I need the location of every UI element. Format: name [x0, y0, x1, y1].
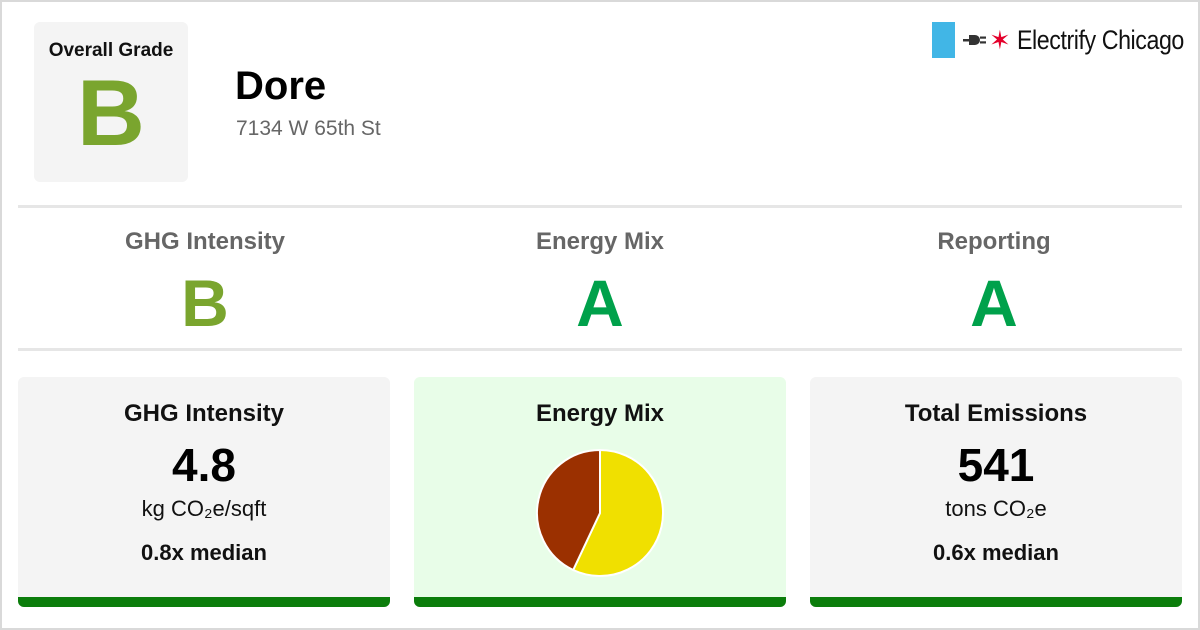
grade-letter: A [970, 266, 1018, 340]
divider [18, 348, 1182, 351]
building-address: 7134 W 65th St [236, 117, 381, 140]
card-unit: tons CO₂e [945, 496, 1047, 521]
card-title: Energy Mix [535, 400, 665, 427]
grade-name: Energy Mix [535, 228, 665, 255]
card-unit: kg CO₂e/sqft [141, 496, 267, 521]
electrify-chicago-logo[interactable]: ✶ Electrify Chicago [932, 22, 1200, 58]
card-value: 541 [957, 439, 1035, 491]
grade-name: Reporting [937, 228, 1051, 255]
card-status-bar [18, 597, 390, 607]
plug-icon [963, 35, 986, 45]
logo-text: Electrify Chicago [1016, 24, 1184, 55]
card-title: GHG Intensity [123, 400, 285, 427]
grade-letter: B [181, 266, 229, 340]
energy-mix-card: Energy Mix [414, 377, 786, 607]
grade-summary: GHG Intensity B Energy Mix A Reporting A [0, 214, 1200, 344]
grade-letter: A [576, 266, 624, 340]
energy-mix-pie-chart [536, 448, 664, 577]
card-median: 0.6x median [933, 540, 1059, 565]
card-status-bar [414, 597, 786, 607]
card-median: 0.8x median [141, 540, 267, 565]
overall-grade-box: Overall Grade B [34, 22, 188, 182]
grade-reporting: Reporting A [797, 214, 1191, 336]
total-emissions-card: Total Emissions 541 tons CO₂e 0.6x media… [810, 377, 1182, 607]
grade-ghg: GHG Intensity B [8, 214, 402, 336]
building-name: Dore [235, 64, 327, 108]
card-title: Total Emissions [904, 400, 1088, 427]
overall-grade-label: Overall Grade [48, 40, 174, 61]
card-value: 4.8 [172, 439, 236, 491]
overall-grade-letter: B [77, 60, 145, 165]
card-status-bar [810, 597, 1182, 607]
grade-energy-mix: Energy Mix A [403, 214, 797, 336]
flag-icon [932, 22, 955, 58]
divider [18, 205, 1182, 208]
ghg-intensity-card: GHG Intensity 4.8 kg CO₂e/sqft 0.8x medi… [18, 377, 390, 607]
chicago-star-icon: ✶ [989, 25, 1011, 55]
grade-name: GHG Intensity [124, 228, 286, 255]
